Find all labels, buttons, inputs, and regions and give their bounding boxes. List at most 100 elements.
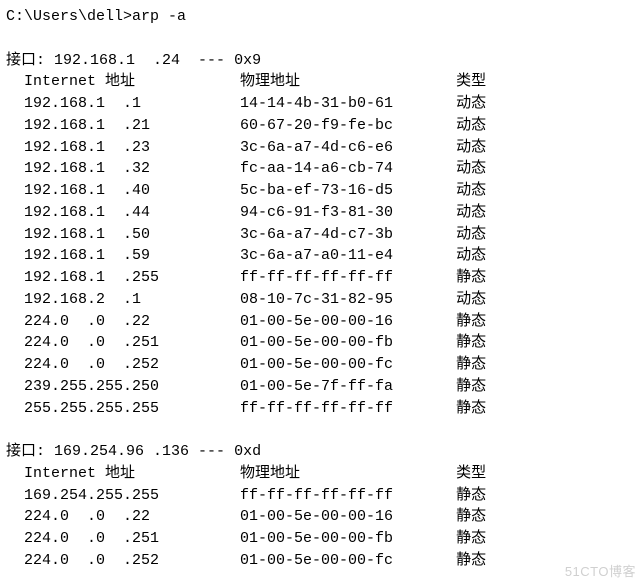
entry-ip: 224.0 .0 .251 — [24, 332, 240, 354]
arp-entry-row: 224.0 .0 .25201-00-5e-00-00-fc静态 — [6, 354, 640, 376]
interface-ip: 192.168.1 .24 — [54, 50, 189, 72]
entry-mac: ff-ff-ff-ff-ff-ff — [240, 398, 456, 420]
arp-entry-row: 192.168.1 .21 60-67-20-f9-fe-bc动态 — [6, 115, 640, 137]
entry-ip: 169.254.255.255 — [24, 485, 240, 507]
arp-entry-row: 192.168.1 .44 94-c6-91-f3-81-30动态 — [6, 202, 640, 224]
entry-ip: 192.168.1 .50 — [24, 224, 240, 246]
shell-prompt: C:\Users\dell> — [6, 6, 132, 28]
entry-type: 动态 — [456, 158, 486, 180]
interface-sep: --- — [189, 441, 234, 463]
blank-line — [6, 28, 640, 50]
entry-mac: 01-00-5e-00-00-16 — [240, 311, 456, 333]
entry-type: 静态 — [456, 550, 486, 572]
command-text[interactable]: arp -a — [132, 6, 186, 28]
arp-entry-row: 224.0 .0 .25201-00-5e-00-00-fc静态 — [6, 550, 640, 572]
arp-entry-row: 192.168.1 .59 3c-6a-a7-a0-11-e4动态 — [6, 245, 640, 267]
blank-line — [6, 419, 640, 441]
entry-ip: 224.0 .0 .22 — [24, 506, 240, 528]
entry-mac: 14-14-4b-31-b0-61 — [240, 93, 456, 115]
entry-mac: 08-10-7c-31-82-95 — [240, 289, 456, 311]
arp-entry-row: 192.168.2 .1 08-10-7c-31-82-95动态 — [6, 289, 640, 311]
entry-mac: ff-ff-ff-ff-ff-ff — [240, 485, 456, 507]
arp-entry-row: 169.254.255.255ff-ff-ff-ff-ff-ff静态 — [6, 485, 640, 507]
prompt-line: C:\Users\dell>arp -a — [6, 6, 640, 28]
entry-ip: 192.168.1 .59 — [24, 245, 240, 267]
entry-mac: 01-00-5e-7f-ff-fa — [240, 376, 456, 398]
entry-mac: 94-c6-91-f3-81-30 — [240, 202, 456, 224]
entry-mac: 01-00-5e-00-00-fc — [240, 550, 456, 572]
entry-mac: ff-ff-ff-ff-ff-ff — [240, 267, 456, 289]
arp-entry-row: 224.0 .0 .22 01-00-5e-00-00-16静态 — [6, 506, 640, 528]
arp-entry-row: 192.168.1 .255ff-ff-ff-ff-ff-ff静态 — [6, 267, 640, 289]
col-header-type: 类型 — [456, 463, 486, 485]
interface-header: 接口: 169.254.96 .136 --- 0xd — [6, 441, 640, 463]
interface-prefix: 接口: — [6, 441, 54, 463]
entry-mac: 01-00-5e-00-00-fb — [240, 332, 456, 354]
entry-ip: 224.0 .0 .252 — [24, 550, 240, 572]
interface-hexid: 0x9 — [234, 50, 261, 72]
entry-mac: 3c-6a-a7-4d-c6-e6 — [240, 137, 456, 159]
arp-entry-row: 224.0 .0 .25101-00-5e-00-00-fb静态 — [6, 332, 640, 354]
entry-mac: 01-00-5e-00-00-16 — [240, 506, 456, 528]
entry-type: 静态 — [456, 332, 486, 354]
arp-entry-row: 192.168.1 .1 14-14-4b-31-b0-61动态 — [6, 93, 640, 115]
entry-type: 动态 — [456, 115, 486, 137]
arp-entry-row: 192.168.1 .50 3c-6a-a7-4d-c7-3b动态 — [6, 224, 640, 246]
col-header-ip: Internet 地址 — [24, 71, 240, 93]
entry-ip: 192.168.1 .23 — [24, 137, 240, 159]
interface-header: 接口: 192.168.1 .24 --- 0x9 — [6, 50, 640, 72]
entry-mac: 5c-ba-ef-73-16-d5 — [240, 180, 456, 202]
interface-hexid: 0xd — [234, 441, 261, 463]
entry-mac: 01-00-5e-00-00-fb — [240, 528, 456, 550]
entry-type: 动态 — [456, 180, 486, 202]
entry-ip: 224.0 .0 .22 — [24, 311, 240, 333]
entry-ip: 192.168.1 .44 — [24, 202, 240, 224]
entry-ip: 224.0 .0 .251 — [24, 528, 240, 550]
watermark-text: 51CTO博客 — [565, 563, 636, 582]
column-header-row: Internet 地址物理地址类型 — [6, 463, 640, 485]
entry-type: 动态 — [456, 289, 486, 311]
entry-mac: fc-aa-14-a6-cb-74 — [240, 158, 456, 180]
entry-ip: 192.168.1 .40 — [24, 180, 240, 202]
entry-ip: 239.255.255.250 — [24, 376, 240, 398]
entry-type: 动态 — [456, 245, 486, 267]
entry-mac: 60-67-20-f9-fe-bc — [240, 115, 456, 137]
entry-mac: 3c-6a-a7-4d-c7-3b — [240, 224, 456, 246]
entry-type: 静态 — [456, 311, 486, 333]
entry-mac: 01-00-5e-00-00-fc — [240, 354, 456, 376]
entry-ip: 192.168.2 .1 — [24, 289, 240, 311]
entry-type: 静态 — [456, 376, 486, 398]
entry-ip: 192.168.1 .21 — [24, 115, 240, 137]
arp-entry-row: 224.0 .0 .22 01-00-5e-00-00-16静态 — [6, 311, 640, 333]
interface-sep: --- — [189, 50, 234, 72]
column-header-row: Internet 地址物理地址类型 — [6, 71, 640, 93]
arp-entry-row: 192.168.1 .32 fc-aa-14-a6-cb-74动态 — [6, 158, 640, 180]
entry-type: 静态 — [456, 528, 486, 550]
entry-ip: 255.255.255.255 — [24, 398, 240, 420]
entry-type: 动态 — [456, 202, 486, 224]
entry-type: 动态 — [456, 137, 486, 159]
entry-type: 动态 — [456, 93, 486, 115]
interface-ip: 169.254.96 .136 — [54, 441, 189, 463]
entry-ip: 192.168.1 .32 — [24, 158, 240, 180]
entry-ip: 224.0 .0 .252 — [24, 354, 240, 376]
arp-entry-row: 224.0 .0 .25101-00-5e-00-00-fb静态 — [6, 528, 640, 550]
col-header-mac: 物理地址 — [240, 463, 456, 485]
arp-entry-row: 192.168.1 .23 3c-6a-a7-4d-c6-e6动态 — [6, 137, 640, 159]
entry-ip: 192.168.1 .255 — [24, 267, 240, 289]
entry-mac: 3c-6a-a7-a0-11-e4 — [240, 245, 456, 267]
entry-type: 静态 — [456, 506, 486, 528]
arp-entry-row: 239.255.255.25001-00-5e-7f-ff-fa静态 — [6, 376, 640, 398]
entry-type: 动态 — [456, 224, 486, 246]
col-header-type: 类型 — [456, 71, 486, 93]
entry-type: 静态 — [456, 354, 486, 376]
entry-type: 静态 — [456, 398, 486, 420]
arp-entry-row: 255.255.255.255ff-ff-ff-ff-ff-ff静态 — [6, 398, 640, 420]
col-header-mac: 物理地址 — [240, 71, 456, 93]
col-header-ip: Internet 地址 — [24, 463, 240, 485]
arp-entry-row: 192.168.1 .40 5c-ba-ef-73-16-d5动态 — [6, 180, 640, 202]
terminal-output: 接口: 192.168.1 .24 --- 0x9Internet 地址物理地址… — [6, 50, 640, 572]
entry-type: 静态 — [456, 485, 486, 507]
entry-ip: 192.168.1 .1 — [24, 93, 240, 115]
entry-type: 静态 — [456, 267, 486, 289]
